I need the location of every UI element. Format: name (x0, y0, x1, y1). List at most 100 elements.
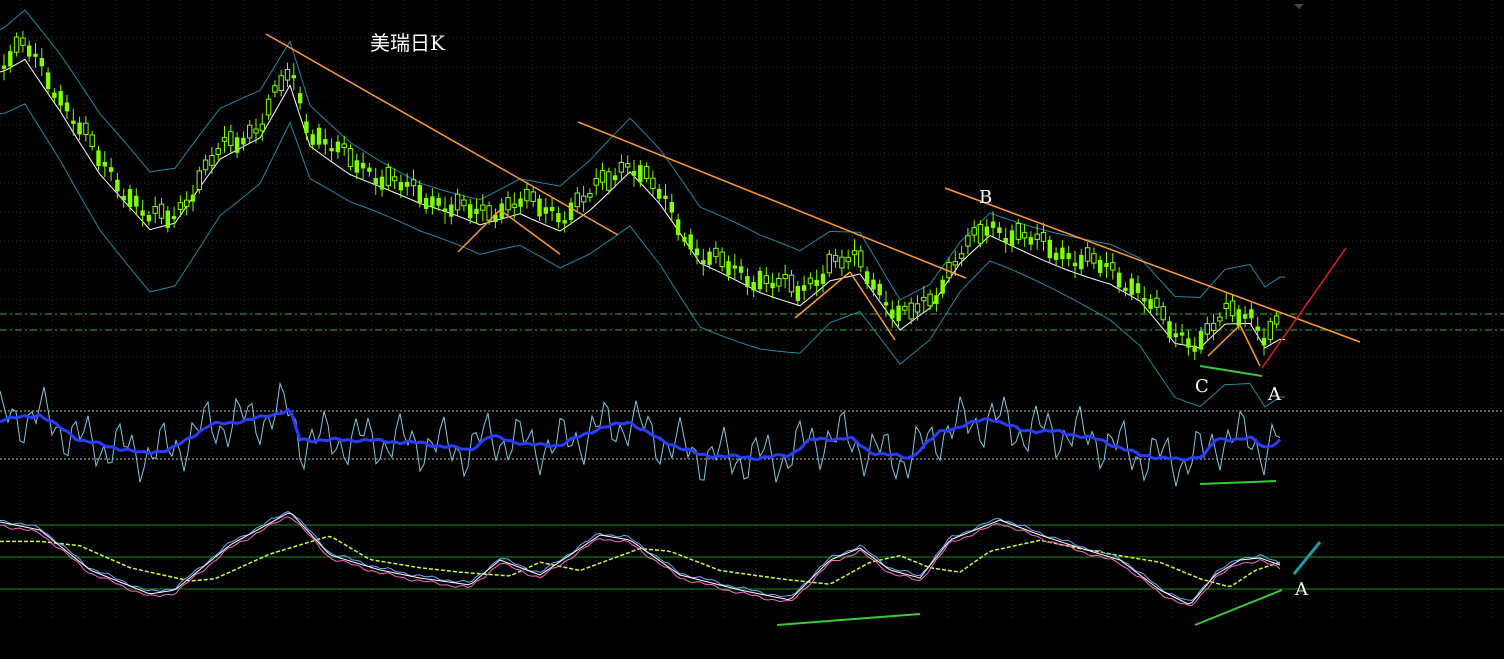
candle-body (1123, 287, 1128, 291)
candle-body (146, 215, 152, 222)
candle-body (1167, 321, 1172, 338)
candle-body (1204, 323, 1210, 335)
candle-body (341, 143, 347, 148)
candle-body (1015, 222, 1021, 240)
candle-body (694, 248, 700, 256)
candle-body (871, 279, 876, 290)
indicator2-line (0, 516, 1281, 607)
candle-body (940, 279, 945, 294)
candle-body (707, 251, 712, 265)
support-line (1194, 589, 1283, 626)
indicator-panel-2 (0, 511, 1281, 607)
candle-body (965, 235, 971, 247)
support-line (776, 613, 921, 626)
candle-body (839, 256, 845, 269)
indicator2-main-line (0, 512, 1281, 605)
candle-body (115, 179, 120, 192)
candle-body (13, 36, 20, 53)
candle-body (864, 271, 870, 285)
candle-body (1273, 315, 1280, 325)
candle-body (1009, 230, 1015, 247)
candle-body (606, 171, 612, 191)
candle-body (8, 51, 13, 67)
candle-body (890, 309, 895, 319)
candle-body (1084, 247, 1091, 262)
candle-body (165, 210, 170, 228)
candle-body (71, 120, 76, 124)
candle-body (171, 216, 177, 220)
candle-body (763, 275, 769, 285)
candle-body (461, 199, 467, 207)
candle-body (927, 293, 933, 307)
candle-body (1255, 326, 1260, 331)
candle-body (360, 162, 366, 169)
candle-body (745, 276, 750, 288)
candle-body (96, 150, 101, 167)
candle-body (1229, 300, 1236, 317)
candle-body (272, 85, 278, 93)
candle-body (454, 193, 461, 211)
candle-body (977, 223, 984, 244)
trendline (457, 209, 501, 253)
candle-body (127, 189, 133, 208)
candle-body (1079, 254, 1084, 270)
candle-body (801, 285, 807, 291)
candle-body (713, 247, 719, 257)
candle-body (701, 260, 706, 265)
candle-body (291, 75, 296, 79)
candle-body (234, 137, 240, 153)
candle-body (757, 270, 763, 290)
candle-body (64, 102, 70, 112)
candle-body (643, 166, 650, 179)
candle-body (908, 302, 914, 320)
candle-body (826, 253, 832, 274)
annotation-a-indicator: A (1294, 579, 1309, 600)
candle-body (391, 176, 398, 182)
trendline (577, 121, 967, 279)
candle-body (524, 188, 530, 202)
candle-body (883, 302, 889, 306)
candle-body (599, 170, 606, 183)
candle-body (1047, 239, 1052, 259)
candle-body (436, 197, 441, 206)
chart-title: 美瑞日K (370, 31, 446, 55)
candle-body (140, 210, 145, 216)
candle-body (89, 134, 95, 147)
candle-body (543, 207, 548, 214)
candle-body (574, 192, 580, 208)
candle-body (1135, 283, 1141, 294)
candle-body (788, 274, 795, 293)
candle-body (354, 160, 359, 173)
chevron-down-icon[interactable] (1294, 4, 1304, 9)
candle-body (27, 45, 32, 57)
candle-body (177, 202, 184, 210)
candle-body (1028, 237, 1034, 245)
candle-body (688, 234, 693, 250)
candle-body (33, 53, 38, 57)
candle-body (284, 68, 291, 81)
candle-body (278, 75, 284, 91)
candle-body (158, 203, 165, 219)
candle-body (486, 205, 492, 221)
candlesticks (1, 30, 1280, 361)
candle-body (795, 286, 800, 301)
candle-body (675, 219, 681, 236)
chart-stage: 美瑞日K B C A A (0, 0, 1504, 659)
candle-body (1148, 299, 1153, 310)
candle-body (814, 279, 819, 286)
stock-chart: 美瑞日K B C A A (0, 0, 1504, 626)
candle-body (1091, 253, 1097, 264)
candle-body (430, 196, 435, 207)
candle-body (1236, 309, 1241, 326)
candle-body (568, 202, 574, 220)
candle-body (39, 58, 44, 67)
candle-body (669, 202, 674, 213)
candle-body (537, 198, 542, 217)
candle-body (329, 148, 334, 152)
candle-body (410, 179, 417, 187)
candle-body (202, 159, 209, 171)
candle-body (562, 220, 567, 224)
candle-body (102, 161, 107, 167)
candle-body (997, 227, 1002, 234)
candle-body (1040, 231, 1047, 242)
